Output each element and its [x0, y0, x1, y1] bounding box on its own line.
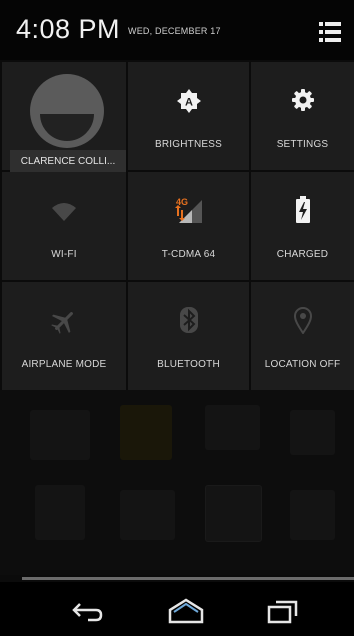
- wifi-label: WI-FI: [51, 249, 77, 260]
- tile-user[interactable]: CLARENCE COLLI...: [2, 62, 126, 172]
- airplane-mode-label: AIRPLANE MODE: [21, 359, 107, 370]
- signal-4g-icon: 4G: [174, 196, 203, 229]
- bluetooth-icon: [179, 306, 199, 339]
- airplane-icon: [51, 308, 77, 339]
- clock-date: WED, DECEMBER 17: [128, 26, 221, 36]
- bluetooth-label: BLUETOOTH: [157, 359, 220, 370]
- home-icon[interactable]: [164, 592, 208, 628]
- quick-settings-grid: CLARENCE COLLI... A BRIGHTNESS SETTINGS …: [0, 60, 354, 390]
- battery-label: CHARGED: [276, 249, 329, 260]
- tile-airplane-mode[interactable]: AIRPLANE MODE: [2, 282, 126, 390]
- tile-wifi[interactable]: WI-FI: [2, 172, 126, 280]
- notification-shade: 4:08 PM WED, DECEMBER 17 CLARENCE COLLI.…: [0, 0, 354, 636]
- wifi-icon: [51, 202, 77, 227]
- gear-icon: [291, 88, 315, 117]
- background-content: [0, 390, 354, 575]
- avatar: [30, 74, 104, 148]
- shade-drag-divider[interactable]: [22, 577, 354, 580]
- back-icon[interactable]: [68, 592, 108, 628]
- location-label: LOCATION OFF: [264, 359, 341, 370]
- tile-location[interactable]: LOCATION OFF: [251, 282, 354, 390]
- status-header: 4:08 PM WED, DECEMBER 17: [0, 0, 354, 60]
- brightness-auto-icon: A: [176, 88, 202, 119]
- tile-bluetooth[interactable]: BLUETOOTH: [128, 282, 249, 390]
- settings-label: SETTINGS: [276, 139, 329, 150]
- location-pin-icon: [293, 306, 313, 339]
- list-menu-icon[interactable]: [318, 20, 342, 44]
- brightness-label: BRIGHTNESS: [154, 139, 222, 150]
- tile-mobile-network[interactable]: 4G T-CDMA 64: [128, 172, 249, 280]
- tile-settings[interactable]: SETTINGS: [251, 62, 354, 170]
- user-name-label: CLARENCE COLLI...: [20, 156, 116, 167]
- mobile-network-label: T-CDMA 64: [161, 249, 216, 260]
- recents-icon[interactable]: [262, 592, 302, 628]
- navigation-bar: [0, 582, 354, 636]
- battery-charging-icon: [295, 196, 311, 229]
- clock-time: 4:08 PM: [16, 14, 121, 44]
- svg-text:A: A: [185, 97, 193, 109]
- tile-brightness[interactable]: A BRIGHTNESS: [128, 62, 249, 170]
- user-name-box: CLARENCE COLLI...: [10, 150, 126, 172]
- tile-battery[interactable]: CHARGED: [251, 172, 354, 280]
